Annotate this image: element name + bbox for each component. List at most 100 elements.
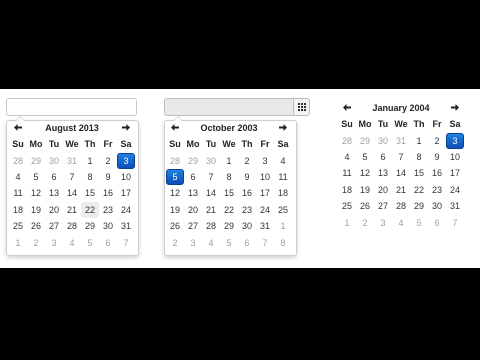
day-cell[interactable]: 23 [428, 182, 446, 198]
day-cell-other-month[interactable]: 30 [45, 153, 63, 169]
day-cell-selected[interactable]: 5 [166, 168, 184, 185]
day-cell[interactable]: 16 [238, 185, 256, 201]
day-cell[interactable]: 1 [81, 153, 99, 169]
day-cell[interactable]: 26 [27, 218, 45, 234]
day-cell[interactable]: 30 [428, 198, 446, 214]
day-cell[interactable]: 31 [256, 218, 274, 234]
day-cell-other-month[interactable]: 5 [81, 235, 99, 251]
day-cell[interactable]: 25 [338, 198, 356, 214]
calendar-addon-button[interactable] [294, 98, 310, 116]
day-cell[interactable]: 8 [220, 169, 238, 185]
day-cell-other-month[interactable]: 3 [374, 215, 392, 231]
day-cell[interactable]: 4 [9, 169, 27, 185]
day-cell-other-month[interactable]: 4 [63, 235, 81, 251]
month-year-title[interactable]: August 2013 [27, 123, 117, 133]
day-cell-other-month[interactable]: 4 [392, 215, 410, 231]
date-input-2[interactable] [164, 98, 294, 116]
day-cell-other-month[interactable]: 2 [356, 215, 374, 231]
day-cell[interactable]: 27 [45, 218, 63, 234]
day-cell[interactable]: 27 [184, 218, 202, 234]
day-cell[interactable]: 12 [356, 165, 374, 181]
day-cell-other-month[interactable]: 6 [99, 235, 117, 251]
day-cell[interactable]: 11 [338, 165, 356, 181]
day-cell-today[interactable]: 22 [81, 201, 99, 218]
day-cell[interactable]: 1 [220, 153, 238, 169]
day-cell[interactable]: 29 [220, 218, 238, 234]
day-cell[interactable]: 20 [184, 202, 202, 218]
day-cell-other-month[interactable]: 6 [238, 235, 256, 251]
day-cell[interactable]: 2 [99, 153, 117, 169]
day-cell[interactable]: 14 [202, 185, 220, 201]
day-cell[interactable]: 9 [238, 169, 256, 185]
day-cell[interactable]: 18 [274, 185, 292, 201]
day-cell[interactable]: 1 [410, 133, 428, 149]
day-cell-other-month[interactable]: 3 [184, 235, 202, 251]
day-cell[interactable]: 7 [202, 169, 220, 185]
day-cell[interactable]: 7 [63, 169, 81, 185]
day-cell-other-month[interactable]: 8 [274, 235, 292, 251]
prev-month-button[interactable] [9, 123, 27, 133]
day-cell[interactable]: 24 [117, 202, 135, 218]
day-cell-other-month[interactable]: 6 [428, 215, 446, 231]
day-cell[interactable]: 17 [256, 185, 274, 201]
day-cell[interactable]: 6 [184, 169, 202, 185]
day-cell[interactable]: 11 [9, 185, 27, 201]
day-cell[interactable]: 26 [356, 198, 374, 214]
day-cell[interactable]: 16 [99, 185, 117, 201]
date-input-1[interactable] [6, 98, 137, 116]
day-cell-other-month[interactable]: 4 [202, 235, 220, 251]
day-cell[interactable]: 6 [374, 149, 392, 165]
day-cell-other-month[interactable]: 31 [392, 133, 410, 149]
day-cell[interactable]: 27 [374, 198, 392, 214]
day-cell-other-month[interactable]: 1 [274, 218, 292, 234]
day-cell[interactable]: 16 [428, 165, 446, 181]
day-cell[interactable]: 23 [238, 202, 256, 218]
day-cell[interactable]: 30 [99, 218, 117, 234]
day-cell[interactable]: 18 [338, 182, 356, 198]
day-cell[interactable]: 8 [81, 169, 99, 185]
day-cell[interactable]: 31 [117, 218, 135, 234]
day-cell[interactable]: 12 [27, 185, 45, 201]
day-cell-other-month[interactable]: 5 [220, 235, 238, 251]
day-cell[interactable]: 13 [374, 165, 392, 181]
day-cell[interactable]: 22 [220, 202, 238, 218]
day-cell[interactable]: 21 [63, 202, 81, 218]
day-cell[interactable]: 9 [99, 169, 117, 185]
month-year-title[interactable]: January 2004 [356, 103, 446, 113]
day-cell[interactable]: 6 [45, 169, 63, 185]
day-cell-other-month[interactable]: 5 [410, 215, 428, 231]
day-cell[interactable]: 13 [184, 185, 202, 201]
day-cell[interactable]: 2 [428, 133, 446, 149]
day-cell-other-month[interactable]: 7 [256, 235, 274, 251]
next-month-button[interactable] [117, 123, 135, 133]
day-cell-selected[interactable]: 3 [117, 152, 135, 169]
day-cell[interactable]: 15 [81, 185, 99, 201]
day-cell[interactable]: 17 [117, 185, 135, 201]
day-cell[interactable]: 10 [256, 169, 274, 185]
day-cell[interactable]: 21 [392, 182, 410, 198]
day-cell[interactable]: 23 [99, 202, 117, 218]
prev-month-button[interactable] [338, 103, 356, 113]
day-cell[interactable]: 24 [256, 202, 274, 218]
day-cell[interactable]: 14 [392, 165, 410, 181]
day-cell[interactable]: 31 [446, 198, 464, 214]
day-cell[interactable]: 19 [27, 202, 45, 218]
day-cell[interactable]: 19 [166, 202, 184, 218]
day-cell-other-month[interactable]: 28 [9, 153, 27, 169]
day-cell[interactable]: 2 [238, 153, 256, 169]
day-cell-other-month[interactable]: 1 [338, 215, 356, 231]
prev-month-button[interactable] [166, 123, 184, 133]
day-cell[interactable]: 14 [63, 185, 81, 201]
day-cell[interactable]: 8 [410, 149, 428, 165]
day-cell[interactable]: 25 [9, 218, 27, 234]
day-cell[interactable]: 28 [63, 218, 81, 234]
day-cell[interactable]: 13 [45, 185, 63, 201]
day-cell[interactable]: 21 [202, 202, 220, 218]
day-cell-other-month[interactable]: 2 [27, 235, 45, 251]
day-cell[interactable]: 22 [410, 182, 428, 198]
day-cell[interactable]: 5 [27, 169, 45, 185]
day-cell[interactable]: 24 [446, 182, 464, 198]
month-year-title[interactable]: October 2003 [184, 123, 274, 133]
day-cell[interactable]: 29 [81, 218, 99, 234]
day-cell[interactable]: 4 [338, 149, 356, 165]
